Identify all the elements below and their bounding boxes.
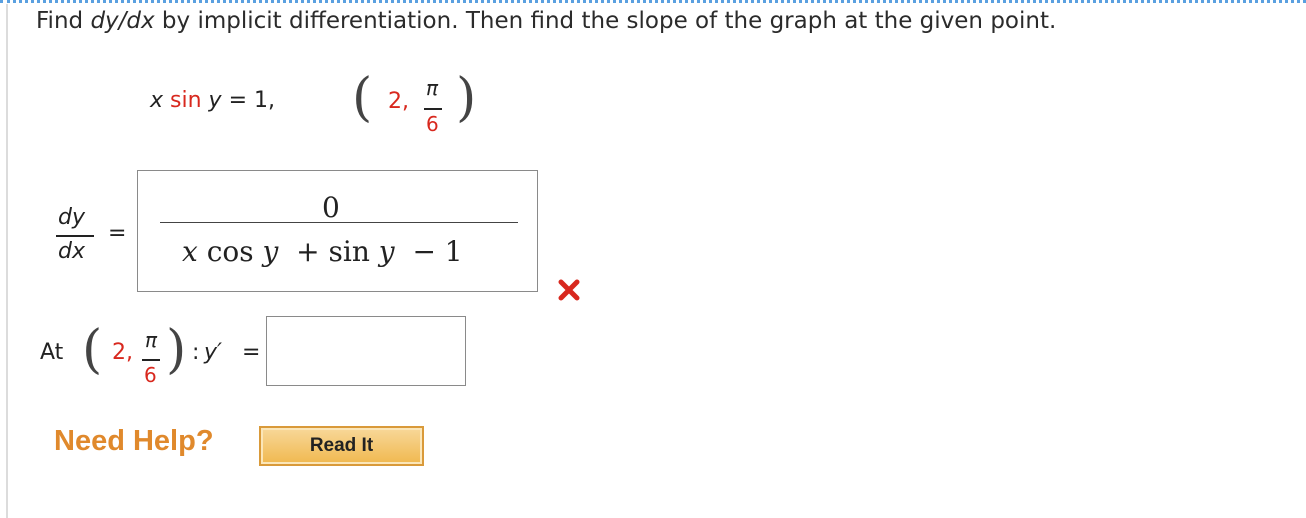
den-plus-sin: + sin (296, 235, 370, 268)
slope-frac-bar (142, 359, 160, 361)
right-paren: ) (456, 68, 477, 128)
x-mark-icon (557, 278, 581, 302)
eq-y: y (208, 88, 222, 113)
answer-numerator: 0 (322, 191, 340, 224)
instruction-text-2: by implicit differentiation. Then find t… (154, 8, 1057, 34)
instruction-text-1: Find (36, 8, 91, 34)
derivative-label: dy dx = (54, 205, 134, 265)
dydx-equals: = (108, 221, 127, 246)
at-label: At (40, 340, 64, 365)
den-minus-one: − 1 (412, 235, 463, 268)
question-instruction: Find dy/dx by implicit differentiation. … (36, 8, 1056, 34)
given-equation: x sin y = 1, (150, 88, 275, 113)
point-pi: π (426, 76, 439, 100)
point-den: 6 (426, 112, 439, 136)
den-cos: cos (206, 235, 254, 268)
eq-sin: sin (163, 88, 209, 113)
den-y1: y (262, 235, 279, 268)
slope-point-pi: π (145, 328, 158, 352)
answer-frac-bar (160, 222, 518, 223)
top-dotted-border (0, 0, 1306, 3)
slope-answer-input[interactable] (266, 316, 466, 386)
slope-point-x: 2, (112, 340, 133, 365)
den-y2: y (378, 235, 395, 268)
yprime-label: y′ (204, 340, 223, 365)
slope-row: At ( 2, π 6 ) : y′ = (38, 310, 268, 400)
dydx-frac-bar (56, 235, 94, 237)
slope-equals: = (242, 340, 261, 365)
dy-label: dy (58, 205, 85, 230)
slope-left-paren: ( (82, 320, 103, 380)
left-paren: ( (352, 68, 373, 128)
slope-colon: : (192, 340, 200, 365)
point-frac-bar (424, 108, 442, 110)
point-x: 2, (388, 89, 409, 114)
eq-x: x (150, 88, 164, 113)
dx-label: dx (58, 239, 85, 264)
eq-rhs: = 1, (221, 88, 275, 113)
instruction-expr: dy/dx (90, 8, 155, 34)
slope-right-paren: ) (166, 320, 187, 380)
left-border (6, 4, 8, 518)
read-it-button[interactable]: Read It (259, 426, 424, 466)
slope-point-den: 6 (144, 363, 157, 387)
den-x: x (182, 235, 198, 268)
answer-denominator: x cos y + sin y − 1 (182, 235, 463, 268)
derivative-answer-box[interactable]: 0 x cos y + sin y − 1 (137, 170, 538, 292)
given-point: ( 2, π 6 ) (352, 64, 492, 144)
need-help-label: Need Help? (54, 425, 214, 457)
